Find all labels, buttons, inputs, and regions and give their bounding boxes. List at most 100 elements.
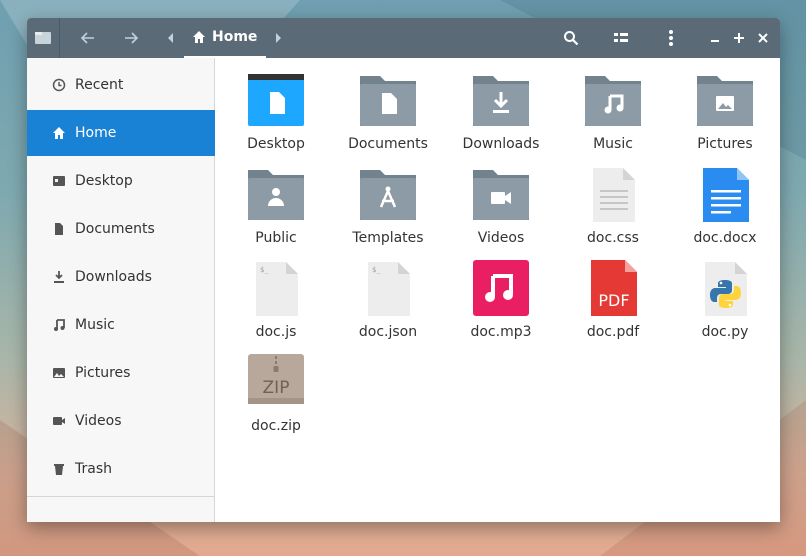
script-file-icon: $_ — [368, 262, 410, 316]
picture-icon — [51, 365, 67, 381]
file-label: doc.json — [358, 324, 418, 340]
file-manager-window: Home Recent Home Desktop Documents Downl… — [27, 18, 780, 522]
file-label: Music — [593, 136, 633, 152]
file-label: Documents — [348, 136, 428, 152]
word-document-icon — [703, 168, 749, 222]
desktop-folder-icon — [248, 74, 304, 126]
file-item-documents[interactable]: Documents — [332, 72, 444, 164]
sidebar-item-home[interactable]: Home — [27, 110, 215, 156]
arrow-left-icon — [80, 32, 94, 44]
text-file-icon — [593, 168, 635, 222]
sidebar-item-label: Pictures — [75, 365, 131, 381]
downloads-folder-icon — [473, 76, 529, 126]
sidebar-item-desktop[interactable]: Desktop — [27, 158, 215, 204]
file-item-doc-mp3[interactable]: doc.mp3 — [445, 260, 557, 352]
sidebar-item-label: Home — [75, 125, 117, 141]
file-item-doc-json[interactable]: $_ doc.json — [332, 260, 444, 352]
sidebar-item-label: Recent — [75, 77, 124, 93]
document-icon — [51, 221, 67, 237]
public-folder-icon — [248, 170, 304, 220]
file-label: doc.zip — [251, 418, 301, 434]
download-icon — [51, 269, 67, 285]
minimize-button[interactable] — [705, 18, 725, 58]
sidebar-item-pictures[interactable]: Pictures — [27, 350, 215, 396]
sidebar-item-label: Downloads — [75, 269, 152, 285]
videos-folder-icon — [473, 170, 529, 220]
maximize-button[interactable] — [729, 18, 749, 58]
close-button[interactable] — [753, 18, 773, 58]
path-right-button[interactable] — [268, 18, 288, 58]
script-file-icon: $_ — [256, 262, 298, 316]
file-label: Videos — [477, 230, 525, 246]
path-left-button[interactable] — [161, 18, 181, 58]
file-item-templates[interactable]: Templates — [332, 166, 444, 258]
sidebar: Recent Home Desktop Documents Downloads — [27, 58, 215, 522]
file-item-pictures[interactable]: Pictures — [669, 72, 780, 164]
file-item-doc-css[interactable]: doc.css — [557, 166, 669, 258]
music-folder-icon — [585, 76, 641, 126]
forward-button[interactable] — [116, 18, 146, 58]
sidebar-item-videos[interactable]: Videos — [27, 398, 215, 444]
file-label: Desktop — [247, 136, 305, 152]
list-view-icon — [614, 33, 628, 42]
file-label: Public — [255, 230, 297, 246]
file-label: Downloads — [462, 136, 540, 152]
file-label: doc.css — [587, 230, 639, 246]
breadcrumb-home[interactable]: Home — [184, 18, 266, 58]
clock-icon — [51, 77, 67, 93]
sidebar-divider — [27, 496, 215, 497]
file-item-music[interactable]: Music — [557, 72, 669, 164]
sidebar-item-trash[interactable]: Trash — [27, 446, 215, 492]
music-note-icon — [51, 317, 67, 333]
trash-icon — [51, 461, 67, 477]
documents-folder-icon — [360, 76, 416, 126]
plus-icon — [734, 33, 744, 43]
home-icon — [51, 125, 67, 141]
file-label: doc.js — [255, 324, 297, 340]
file-label: Templates — [352, 230, 424, 246]
search-icon — [564, 31, 579, 46]
file-item-desktop[interactable]: Desktop — [220, 72, 332, 164]
sidebar-item-label: Documents — [75, 221, 155, 237]
header-bar: Home — [27, 18, 780, 58]
file-item-videos[interactable]: Videos — [445, 166, 557, 258]
folder-menu-button[interactable] — [27, 18, 59, 58]
pictures-folder-icon — [697, 76, 753, 126]
file-item-doc-js[interactable]: $_ doc.js — [220, 260, 332, 352]
sidebar-item-recent[interactable]: Recent — [27, 62, 215, 108]
minimize-icon — [711, 40, 719, 42]
sidebar-item-label: Music — [75, 317, 115, 333]
caret-left-icon — [168, 33, 173, 43]
archive-file-icon: ZIP — [248, 354, 304, 404]
caret-right-icon — [276, 33, 281, 43]
folder-icon — [35, 32, 51, 44]
python-file-icon — [705, 262, 747, 316]
arrow-right-icon — [125, 32, 139, 44]
sidebar-item-downloads[interactable]: Downloads — [27, 254, 215, 300]
audio-file-icon — [473, 260, 529, 316]
divider — [59, 18, 60, 58]
file-label: Pictures — [697, 136, 753, 152]
back-button[interactable] — [73, 18, 103, 58]
file-item-public[interactable]: Public — [220, 166, 332, 258]
kebab-menu-icon — [669, 30, 673, 46]
home-icon — [193, 31, 205, 43]
close-icon — [758, 33, 768, 43]
file-item-doc-pdf[interactable]: PDF doc.pdf — [557, 260, 669, 352]
view-toggle-button[interactable] — [607, 18, 635, 58]
file-item-doc-py[interactable]: doc.py — [669, 260, 780, 352]
file-item-downloads[interactable]: Downloads — [445, 72, 557, 164]
script-prompt-text: $_ — [372, 266, 381, 274]
file-item-doc-zip[interactable]: ZIP doc.zip — [220, 354, 332, 446]
file-label: doc.mp3 — [470, 324, 532, 340]
search-button[interactable] — [557, 18, 585, 58]
file-label: doc.py — [701, 324, 749, 340]
video-camera-icon — [51, 413, 67, 429]
sidebar-item-label: Desktop — [75, 173, 133, 189]
file-item-doc-docx[interactable]: doc.docx — [669, 166, 780, 258]
sidebar-item-music[interactable]: Music — [27, 302, 215, 348]
menu-button[interactable] — [657, 18, 685, 58]
pdf-badge-text: PDF — [598, 291, 629, 310]
templates-folder-icon — [360, 170, 416, 220]
sidebar-item-documents[interactable]: Documents — [27, 206, 215, 252]
